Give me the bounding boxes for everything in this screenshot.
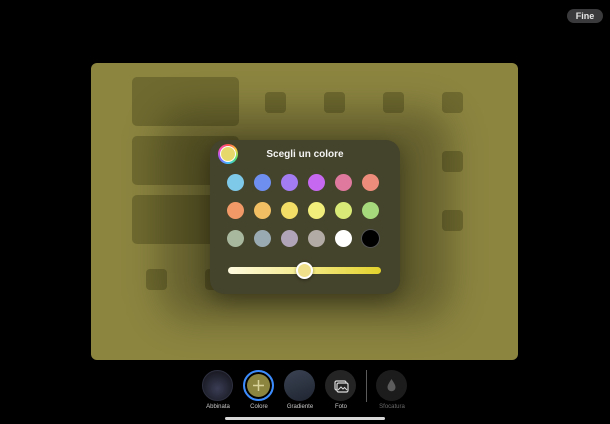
- options-divider: [366, 370, 367, 402]
- color-swatch[interactable]: [308, 230, 325, 247]
- color-swatch[interactable]: [362, 230, 379, 247]
- option-blur[interactable]: [376, 370, 407, 401]
- option-color[interactable]: [243, 370, 274, 401]
- color-swatch[interactable]: [227, 174, 244, 191]
- color-swatch[interactable]: [362, 202, 379, 219]
- option-photo[interactable]: [325, 370, 356, 401]
- slider-handle[interactable]: [296, 262, 313, 279]
- app-icon-placeholder: [442, 92, 463, 113]
- home-indicator: [225, 417, 385, 420]
- color-swatch[interactable]: [308, 174, 325, 191]
- photo-icon: [334, 380, 349, 393]
- option-label: Sfocatura: [379, 404, 405, 410]
- color-swatch[interactable]: [254, 174, 271, 191]
- color-swatch[interactable]: [335, 174, 352, 191]
- color-swatch[interactable]: [227, 230, 244, 247]
- done-button[interactable]: Fine: [567, 9, 603, 23]
- color-swatch[interactable]: [335, 202, 352, 219]
- color-swatch[interactable]: [308, 202, 325, 219]
- plus-icon: [253, 380, 264, 391]
- color-swatch[interactable]: [227, 202, 244, 219]
- option-gradient[interactable]: [284, 370, 315, 401]
- option-label: Foto: [334, 404, 347, 410]
- option-matched[interactable]: [202, 370, 233, 401]
- droplet-icon: [387, 379, 396, 392]
- color-swatch[interactable]: [281, 174, 298, 191]
- color-swatch[interactable]: [254, 230, 271, 247]
- color-picker-popover: Scegli un colore: [210, 140, 400, 294]
- color-swatch[interactable]: [254, 202, 271, 219]
- color-swatch[interactable]: [335, 230, 352, 247]
- color-swatch[interactable]: [281, 202, 298, 219]
- color-swatch[interactable]: [281, 230, 298, 247]
- color-swatch[interactable]: [362, 174, 379, 191]
- popover-title: Scegli un colore: [266, 149, 344, 160]
